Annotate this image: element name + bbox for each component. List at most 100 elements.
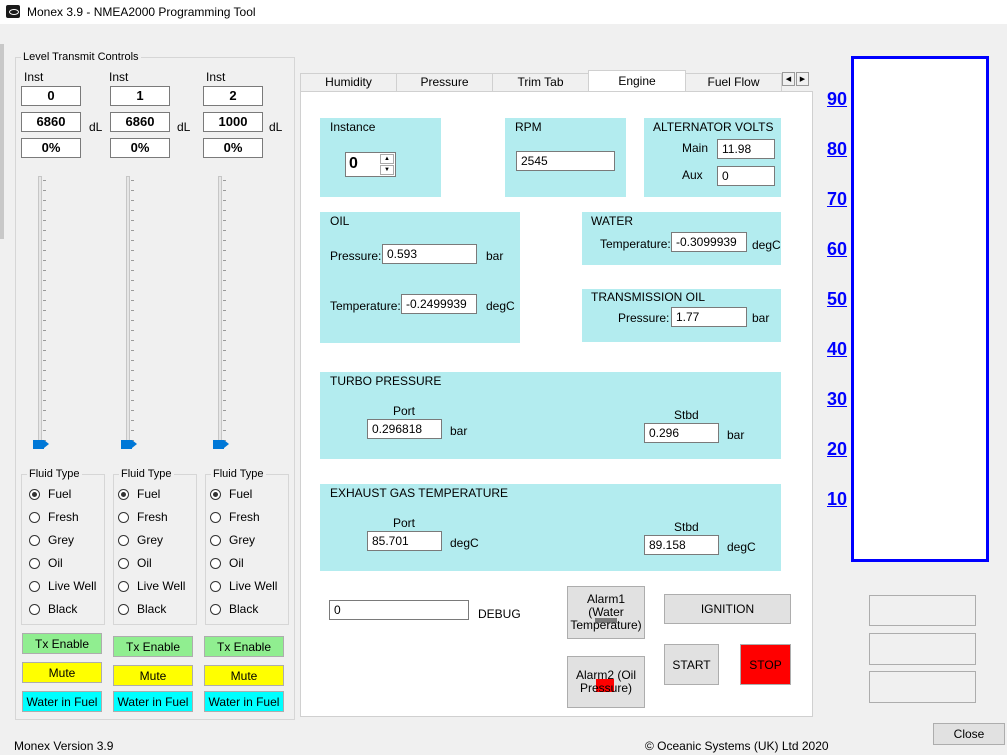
alt-main-input[interactable]: 11.98 — [717, 139, 775, 159]
slider-tick — [43, 260, 46, 261]
oil-temp-input[interactable]: -0.2499939 — [401, 294, 477, 314]
slider-tick — [223, 420, 226, 421]
slider-tick — [43, 190, 46, 191]
instance-value: 0 — [349, 155, 358, 172]
fluid-type-title: Fluid Type — [121, 468, 172, 480]
close-button[interactable]: Close — [933, 723, 1005, 745]
status-box-1 — [869, 595, 976, 626]
spin-up-icon[interactable]: ▲ — [380, 154, 394, 164]
slider-tick — [43, 410, 46, 411]
fluid-radio-fuel[interactable]: Fuel — [118, 487, 160, 501]
slider-tick — [43, 210, 46, 211]
tab-trim-tab[interactable]: Trim Tab — [492, 73, 589, 91]
radio-label: Fresh — [48, 510, 79, 524]
fluid-radio-black[interactable]: Black — [118, 602, 166, 616]
egt-stbd-input[interactable]: 89.158 — [644, 535, 719, 555]
debug-input[interactable]: 0 — [329, 600, 469, 620]
egt-port-input[interactable]: 85.701 — [367, 531, 442, 551]
start-button[interactable]: START — [664, 644, 719, 685]
rpm-input[interactable]: 2545 — [516, 151, 615, 171]
slider-tick — [43, 370, 46, 371]
water-in-fuel-button-2[interactable]: Water in Fuel — [204, 691, 284, 712]
slider-thumb-1[interactable] — [121, 440, 137, 449]
fluid-radio-fresh[interactable]: Fresh — [118, 510, 168, 524]
tx-enable-button-0[interactable]: Tx Enable — [22, 633, 102, 654]
spin-down-icon[interactable]: ▼ — [380, 165, 394, 175]
slider-tick — [131, 340, 134, 341]
level-slider-0[interactable] — [38, 176, 42, 444]
fluid-radio-oil[interactable]: Oil — [118, 556, 152, 570]
ignition-button[interactable]: IGNITION — [664, 594, 791, 624]
egt-stbd-label: Stbd — [674, 520, 699, 534]
fluid-radio-fuel[interactable]: Fuel — [29, 487, 71, 501]
fluid-radio-fresh[interactable]: Fresh — [210, 510, 260, 524]
percent-input[interactable]: 0% — [203, 138, 263, 158]
level-slider-1[interactable] — [126, 176, 130, 444]
tab-pressure[interactable]: Pressure — [396, 73, 493, 91]
oil-label: OIL — [330, 214, 350, 228]
inst-input[interactable]: 0 — [21, 86, 81, 106]
fluid-radio-fuel[interactable]: Fuel — [210, 487, 252, 501]
tx-enable-button-1[interactable]: Tx Enable — [113, 636, 193, 657]
oil-temp-label: Temperature: — [330, 299, 401, 313]
fluid-radio-live-well[interactable]: Live Well — [29, 579, 96, 593]
fluid-radio-live-well[interactable]: Live Well — [118, 579, 185, 593]
level-slider-2[interactable] — [218, 176, 222, 444]
alarm2-button[interactable]: Alarm2 (Oil Pressure) — [567, 656, 645, 708]
turbo-stbd-input[interactable]: 0.296 — [644, 423, 719, 443]
level-input[interactable]: 6860 — [21, 112, 81, 132]
fluid-radio-black[interactable]: Black — [210, 602, 258, 616]
slider-thumb-0[interactable] — [33, 440, 49, 449]
tab-fuel-flow[interactable]: Fuel Flow — [685, 73, 782, 91]
instance-spinner[interactable]: 0 ▲ ▼ — [345, 152, 396, 177]
water-in-fuel-button-0[interactable]: Water in Fuel — [22, 691, 102, 712]
tab-scroll-right-icon[interactable]: ▶ — [796, 72, 809, 86]
mute-button-2[interactable]: Mute — [204, 665, 284, 686]
slider-tick — [131, 210, 134, 211]
radio-label: Grey — [229, 533, 256, 547]
fluid-radio-grey[interactable]: Grey — [118, 533, 163, 547]
level-input[interactable]: 6860 — [110, 112, 170, 132]
water-in-fuel-button-1[interactable]: Water in Fuel — [113, 691, 193, 712]
inst-input[interactable]: 1 — [110, 86, 170, 106]
tab-scroll-left-icon[interactable]: ◀ — [782, 72, 795, 86]
slider-thumb-2[interactable] — [213, 440, 229, 449]
turbo-port-input[interactable]: 0.296818 — [367, 419, 442, 439]
trans-pressure-input[interactable]: 1.77 — [671, 307, 747, 327]
tab-humidity[interactable]: Humidity — [300, 73, 397, 91]
mute-button-1[interactable]: Mute — [113, 665, 193, 686]
stop-button[interactable]: STOP — [740, 644, 791, 685]
fluid-radio-black[interactable]: Black — [29, 602, 77, 616]
fluid-radio-grey[interactable]: Grey — [29, 533, 74, 547]
gauge-scale-label: 20 — [827, 439, 848, 459]
fluid-radio-live-well[interactable]: Live Well — [210, 579, 277, 593]
oil-temp-unit: degC — [486, 299, 515, 313]
slider-tick — [131, 350, 134, 351]
fluid-radio-fresh[interactable]: Fresh — [29, 510, 79, 524]
oil-pressure-input[interactable]: 0.593 — [382, 244, 477, 264]
slider-tick — [131, 190, 134, 191]
fluid-radio-oil[interactable]: Oil — [210, 556, 244, 570]
water-temp-input[interactable]: -0.3099939 — [671, 232, 747, 252]
app-icon — [6, 5, 20, 18]
alt-aux-input[interactable]: 0 — [717, 166, 775, 186]
fluid-radio-grey[interactable]: Grey — [210, 533, 255, 547]
alarm1-button[interactable]: Alarm1 (Water Temperature) — [567, 586, 645, 639]
radio-label: Fuel — [229, 487, 253, 501]
percent-input[interactable]: 0% — [110, 138, 170, 158]
fluid-type-title: Fluid Type — [213, 468, 264, 480]
inst-input[interactable]: 2 — [203, 86, 263, 106]
transmission-label: TRANSMISSION OIL — [591, 290, 706, 304]
status-box-3 — [869, 671, 976, 703]
slider-tick — [223, 270, 226, 271]
level-input[interactable]: 1000 — [203, 112, 263, 132]
fluid-radio-oil[interactable]: Oil — [29, 556, 63, 570]
tx-enable-button-2[interactable]: Tx Enable — [204, 636, 284, 657]
radio-circle-icon — [210, 557, 221, 569]
radio-circle-icon — [29, 534, 40, 546]
slider-tick — [43, 310, 46, 311]
mute-button-0[interactable]: Mute — [22, 662, 102, 683]
tab-engine[interactable]: Engine — [588, 70, 686, 92]
percent-input[interactable]: 0% — [21, 138, 81, 158]
egt-port-unit: degC — [450, 536, 479, 550]
